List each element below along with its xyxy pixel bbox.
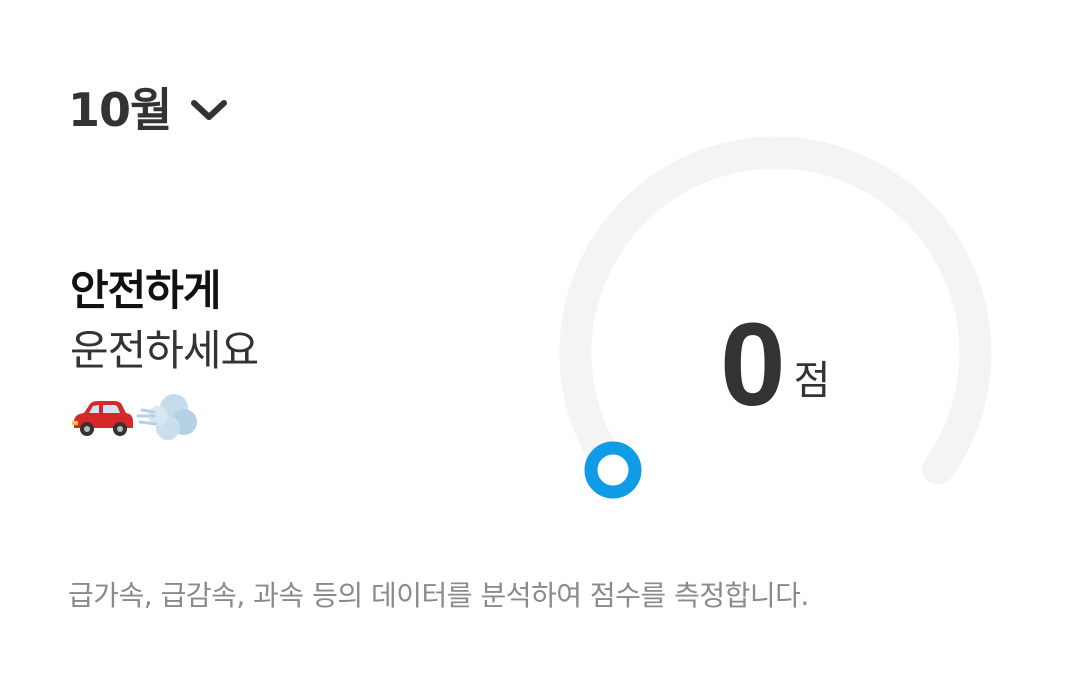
chevron-down-icon [191,100,228,120]
headline-line2: 운전하세요 [70,326,259,375]
headline-line1: 안전하게 [70,266,222,315]
dash-cloud-icon [136,394,197,440]
red-car-icon [72,401,133,436]
month-label: 10월 [68,83,172,137]
score-display: 0 점 [720,299,880,431]
score-unit: 점 [793,358,831,404]
score-description: 급가속, 급감속, 과속 등의 데이터를 분석하여 점수를 측정합니다. [68,579,809,612]
score-value: 0 [720,299,786,431]
emoji-row [70,388,510,448]
gauge-indicator [584,441,642,499]
month-selector[interactable]: 10월 [68,72,229,142]
headline: 안전하게 운전하세요 [70,262,510,448]
